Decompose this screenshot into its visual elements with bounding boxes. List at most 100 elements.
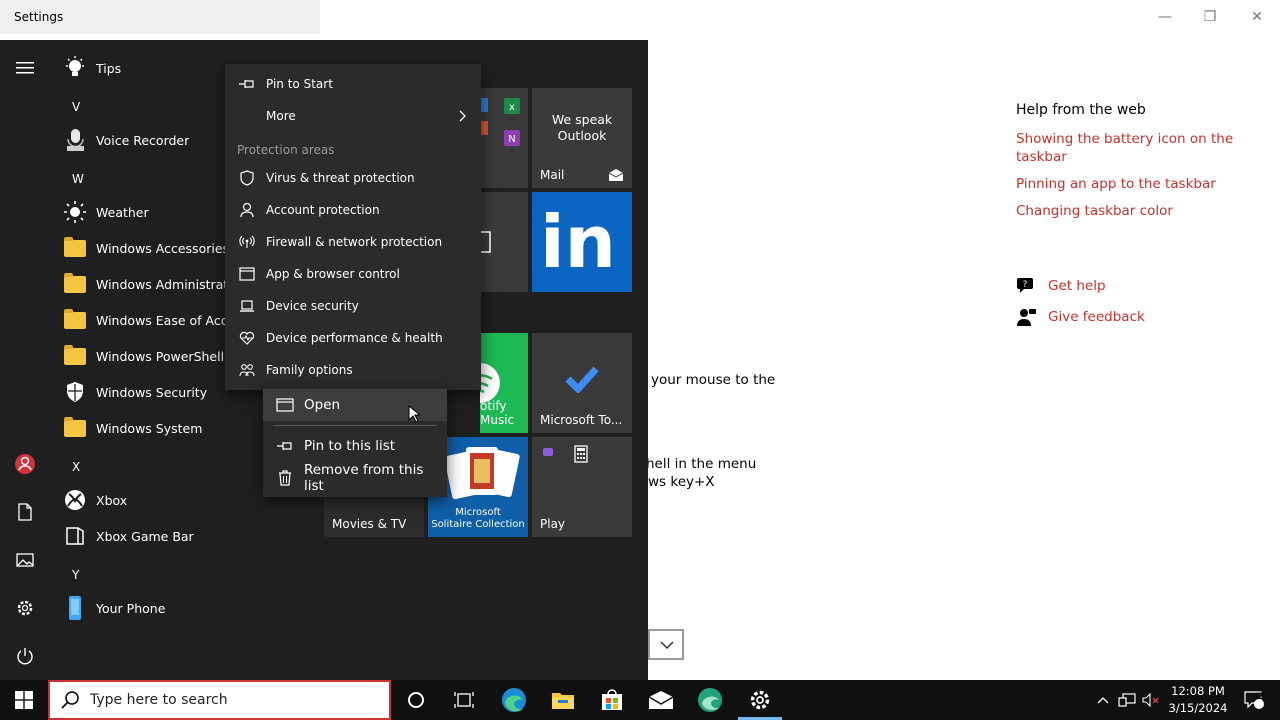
partial-tile[interactable] xyxy=(480,192,528,292)
hamburger-menu-button[interactable] xyxy=(10,53,40,83)
linkedin-tile[interactable]: in xyxy=(532,192,632,292)
settings-taskbar-button[interactable] xyxy=(736,680,784,720)
edge-beta-button[interactable] xyxy=(686,680,734,720)
background-text-line1: your mouse to the xyxy=(651,372,776,388)
app-label: Xbox Game Bar xyxy=(96,528,194,544)
app-xbox-game-bar[interactable]: Xbox Game Bar xyxy=(60,519,194,553)
cortana-button[interactable] xyxy=(392,680,440,720)
partial-tile-icon xyxy=(480,231,491,253)
edge-button[interactable] xyxy=(490,680,538,720)
taskbar-search-box[interactable] xyxy=(48,680,391,720)
app-windows-security[interactable]: Windows Security xyxy=(60,375,207,409)
spotify-icon xyxy=(480,363,500,403)
letter-header-y[interactable]: Y xyxy=(72,568,79,582)
letter-header-x[interactable]: X xyxy=(72,460,80,474)
device-performance-item[interactable]: Device performance & health xyxy=(225,322,481,354)
power-icon xyxy=(17,648,33,665)
app-label: Voice Recorder xyxy=(96,132,190,148)
documents-button[interactable] xyxy=(10,497,40,527)
app-windows-administrative-tools[interactable]: Windows Administrative Tools xyxy=(60,267,226,301)
show-hidden-icons-button[interactable] xyxy=(1092,680,1114,720)
app-label: Xbox xyxy=(96,492,128,508)
app-weather[interactable]: Weather xyxy=(60,195,149,229)
folder-icon xyxy=(60,270,90,298)
trash-icon xyxy=(275,470,295,486)
play-tile-label: Play xyxy=(540,517,566,531)
app-windows-powershell[interactable]: Windows PowerShell xyxy=(60,339,224,373)
chevron-right-icon xyxy=(459,110,466,122)
laptop-icon xyxy=(237,298,257,314)
app-your-phone[interactable]: Your Phone xyxy=(60,591,165,625)
more-item[interactable]: More xyxy=(225,100,481,132)
settings-button[interactable] xyxy=(10,593,40,623)
app-tips[interactable]: Tips xyxy=(60,51,121,85)
app-label: Windows Security xyxy=(96,384,208,400)
start-button[interactable] xyxy=(0,680,48,720)
spotify-tile[interactable]: otify Music xyxy=(480,333,528,433)
pin-to-list-item[interactable]: Pin to this list xyxy=(263,430,447,462)
more-label: More xyxy=(266,109,296,123)
system-clock[interactable]: 12:08 PM 3/15/2024 xyxy=(1162,683,1234,717)
mail-tile[interactable]: We speak Outlook Mail xyxy=(532,88,632,188)
folder-icon xyxy=(60,234,90,262)
close-button[interactable]: ✕ xyxy=(1247,8,1267,26)
letter-header-v[interactable]: V xyxy=(72,100,80,114)
office-apps-icon: x N xyxy=(480,98,520,146)
get-help-label: Get help xyxy=(1048,278,1106,294)
app-windows-accessories[interactable]: Windows Accessories xyxy=(60,231,226,265)
firewall-network-item[interactable]: Firewall & network protection xyxy=(225,226,481,258)
action-center-button[interactable]: 2 xyxy=(1236,680,1272,720)
todo-tile[interactable]: Microsoft To... xyxy=(532,333,632,433)
app-label: Weather xyxy=(96,204,149,220)
checkmark-icon xyxy=(565,366,599,393)
app-windows-ease-of-access[interactable]: Windows Ease of Access xyxy=(60,303,226,337)
give-feedback-link[interactable]: Give feedback xyxy=(1016,307,1145,327)
remove-from-list-label: Remove from this list xyxy=(303,462,424,494)
help-title: Help from the web xyxy=(1016,102,1146,118)
minimize-button[interactable]: — xyxy=(1155,8,1175,26)
network-button[interactable] xyxy=(1116,680,1138,720)
clock-date: 3/15/2024 xyxy=(1168,701,1228,715)
office-tile[interactable]: x N xyxy=(480,88,528,188)
help-link-pinning[interactable]: Pinning an app to the taskbar xyxy=(1016,175,1256,193)
picture-icon xyxy=(16,553,34,567)
app-xbox[interactable]: Xbox xyxy=(60,483,127,517)
sun-icon xyxy=(60,198,90,226)
play-tile[interactable]: Play xyxy=(532,437,632,537)
folder-icon xyxy=(60,414,90,442)
mail-taskbar-button[interactable] xyxy=(637,680,685,720)
protection-areas-header: Protection areas xyxy=(237,143,335,157)
user-account-button[interactable] xyxy=(10,449,40,479)
help-link-color[interactable]: Changing taskbar color xyxy=(1016,202,1256,220)
virus-threat-protection-item[interactable]: Virus & threat protection xyxy=(225,162,481,194)
give-feedback-label: Give feedback xyxy=(1048,309,1145,325)
letter-header-w[interactable]: W xyxy=(72,172,84,186)
calculator-icon xyxy=(574,445,588,463)
volume-button[interactable] xyxy=(1140,680,1162,720)
pin-to-start-item[interactable]: Pin to Start xyxy=(225,68,481,100)
app-windows-system[interactable]: Windows System xyxy=(60,411,202,445)
power-button[interactable] xyxy=(10,641,40,671)
family-options-item[interactable]: Family options xyxy=(225,354,481,386)
device-security-label: Device security xyxy=(266,299,359,313)
remove-from-list-item[interactable]: Remove from this list xyxy=(263,462,447,494)
heart-icon xyxy=(237,330,257,346)
help-link-battery[interactable]: Showing the battery icon on the taskbar xyxy=(1016,130,1256,166)
family-icon xyxy=(237,362,257,378)
task-view-button[interactable] xyxy=(440,680,488,720)
app-label: Windows System xyxy=(96,420,203,436)
account-protection-item[interactable]: Account protection xyxy=(225,194,481,226)
app-browser-control-item[interactable]: App & browser control xyxy=(225,258,481,290)
search-input[interactable] xyxy=(90,692,370,708)
app-browser-label: App & browser control xyxy=(266,267,400,281)
background-dropdown[interactable] xyxy=(648,629,684,660)
linkedin-logo: in xyxy=(540,200,616,284)
maximize-button[interactable]: ❐ xyxy=(1200,8,1220,26)
file-explorer-button[interactable] xyxy=(539,680,587,720)
pictures-button[interactable] xyxy=(10,545,40,575)
device-security-item[interactable]: Device security xyxy=(225,290,481,322)
get-help-link[interactable]: ? Get help xyxy=(1016,276,1106,296)
help-from-web-panel: Help from the web Showing the battery ic… xyxy=(1016,102,1256,229)
app-voice-recorder[interactable]: Voice Recorder xyxy=(60,123,189,157)
store-button[interactable] xyxy=(588,680,636,720)
